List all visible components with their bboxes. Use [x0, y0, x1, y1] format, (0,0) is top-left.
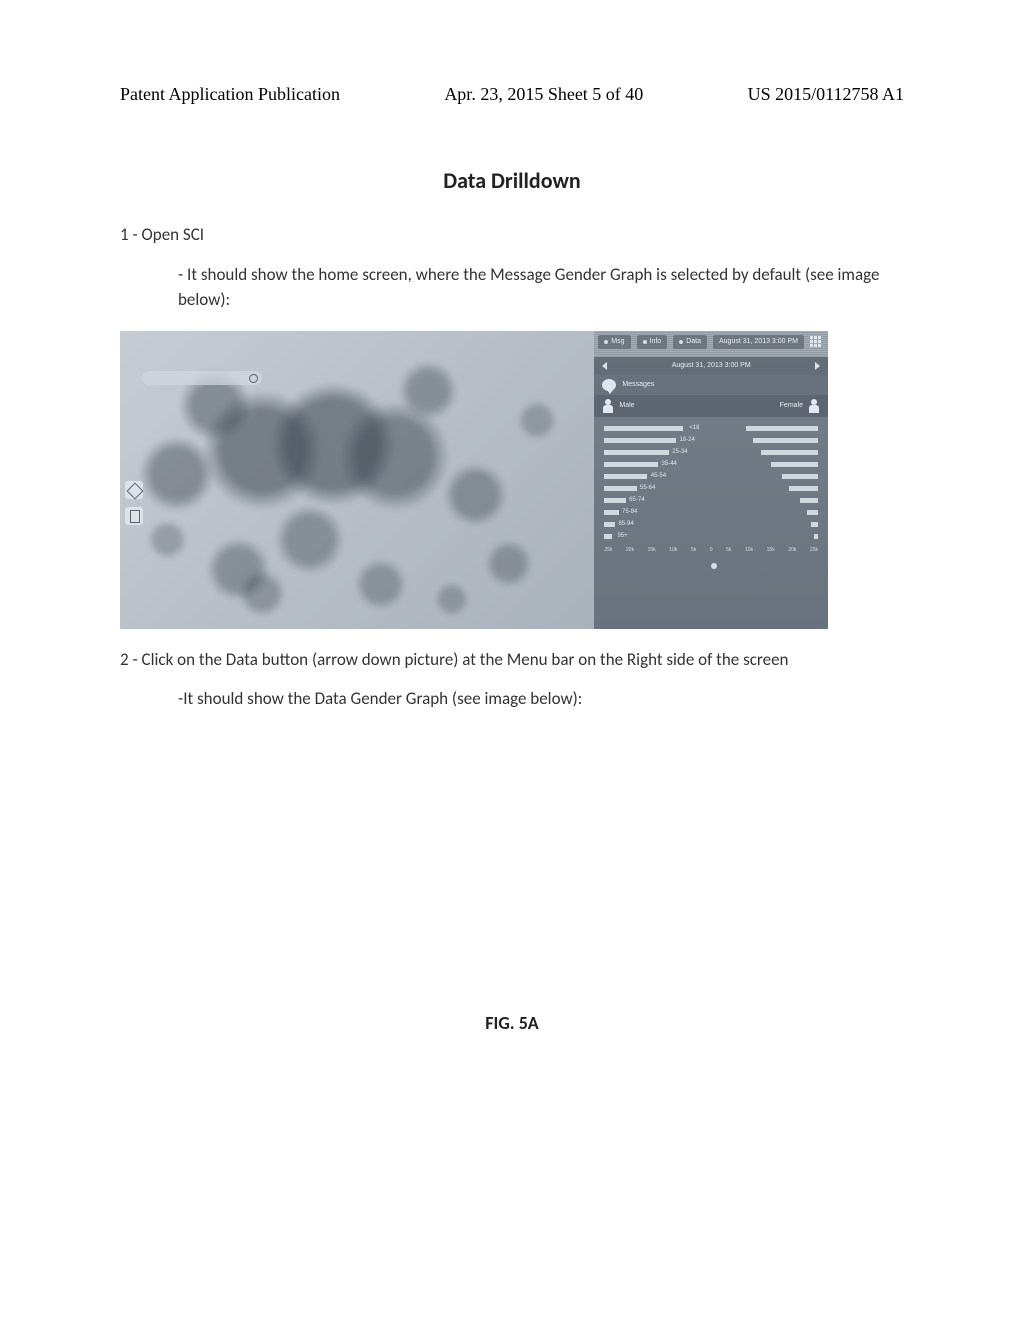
bar-age-label: <18	[683, 424, 705, 433]
axis-tick: 10k	[669, 547, 677, 555]
bar-age-label: 85-94	[615, 520, 637, 529]
right-sidebar: August 31, 2013 3:00 PM Messages Male Fe…	[594, 357, 828, 629]
topbar-data-button[interactable]: Data	[673, 335, 707, 350]
bar-female	[800, 498, 818, 503]
axis-tick: 20k	[788, 547, 796, 555]
bar-female	[789, 486, 818, 491]
axis-tick: 20k	[626, 547, 634, 555]
bar-female	[746, 426, 818, 431]
topbar-msg-button[interactable]: Msg	[598, 335, 630, 350]
page-header: Patent Application Publication Apr. 23, …	[120, 84, 904, 105]
figure-label: FIG. 5A	[120, 1012, 904, 1034]
step-2-body: -It should show the Data Gender Graph (s…	[120, 686, 904, 712]
step-1-body: - It should show the home screen, where …	[120, 262, 904, 313]
bar-age-label: 75-84	[619, 508, 641, 517]
chart-bar-row: 45-54	[604, 471, 818, 482]
axis-tick: 25k	[604, 547, 612, 555]
date-prev-icon[interactable]	[602, 362, 607, 370]
chart-bar-row: 35-44	[604, 459, 818, 470]
bar-age-label: 35-44	[658, 460, 680, 469]
bar-age-label: 25-34	[669, 448, 691, 457]
app-screenshot: SAP Msg Info Data August 31, 2013 3:00 P…	[120, 331, 828, 629]
topbar-date: August 31, 2013 3:00 PM	[713, 335, 804, 350]
topbar-data-label: Data	[686, 337, 701, 348]
apps-grid-icon[interactable]	[810, 336, 822, 348]
bar-female	[814, 534, 818, 539]
chart-bar-row: 25-34	[604, 447, 818, 458]
bar-female	[807, 510, 818, 515]
chart-bar-row: 95+	[604, 531, 818, 542]
chart-bar-row: 65-74	[604, 495, 818, 506]
bar-age-label: 18-24	[676, 436, 698, 445]
heatmap-map[interactable]	[120, 331, 594, 629]
male-icon	[602, 399, 614, 413]
header-left: Patent Application Publication	[120, 84, 340, 105]
messages-icon	[602, 379, 616, 391]
gender-pyramid-chart: <18 18-24 25-34 35-44 45-54 55-64 65-74 75-84 85…	[594, 417, 828, 547]
axis-tick: 25k	[810, 547, 818, 555]
bar-age-label: 65-74	[626, 496, 648, 505]
chart-indicator-dot	[594, 557, 828, 577]
axis-tick: 10k	[745, 547, 753, 555]
axis-tick: 5k	[726, 547, 731, 555]
bar-male	[604, 486, 636, 491]
bar-female	[771, 462, 818, 467]
chart-bar-row: 85-94	[604, 519, 818, 530]
map-tool-panel	[125, 481, 143, 525]
topbar-info-button[interactable]: Info	[637, 335, 668, 350]
axis-tick: 0	[710, 547, 713, 555]
axis-tick: 15k	[648, 547, 656, 555]
bar-female	[761, 450, 818, 455]
header-right: US 2015/0112758 A1	[748, 84, 904, 105]
sidebar-messages-label: Messages	[622, 380, 654, 391]
bar-female	[811, 522, 818, 527]
header-center: Apr. 23, 2015 Sheet 5 of 40	[444, 84, 643, 105]
bar-age-label: 95+	[612, 532, 634, 541]
bar-male	[604, 474, 647, 479]
bar-male	[604, 426, 683, 431]
chart-bar-row: 55-64	[604, 483, 818, 494]
topbar-info-label: Info	[650, 337, 662, 348]
axis-tick: 5k	[691, 547, 696, 555]
step-1-heading: 1 - Open SCI	[120, 222, 904, 248]
topbar-msg-label: Msg	[611, 337, 624, 348]
gender-male-label: Male	[619, 401, 634, 412]
map-search-input[interactable]	[142, 371, 262, 385]
chart-bar-row: <18	[604, 423, 818, 434]
chart-bar-row: 75-84	[604, 507, 818, 518]
bar-age-label: 45-54	[647, 472, 669, 481]
map-nav-icon[interactable]	[125, 481, 143, 499]
date-next-icon[interactable]	[815, 362, 820, 370]
bar-male	[604, 498, 626, 503]
chart-x-axis: 25k 20k 15k 10k 5k 0 5k 10k 15k 20k 25k	[594, 547, 828, 557]
sidebar-messages-row[interactable]: Messages	[594, 375, 828, 395]
bar-male	[604, 462, 658, 467]
bar-male	[604, 534, 611, 539]
female-icon	[808, 399, 820, 413]
bar-female	[753, 438, 818, 443]
bar-male	[604, 522, 615, 527]
bar-male	[604, 510, 618, 515]
chart-bar-row: 18-24	[604, 435, 818, 446]
bar-female	[782, 474, 818, 479]
section-title: Data Drilldown	[120, 167, 904, 194]
bar-male	[604, 438, 676, 443]
sidebar-date-row[interactable]: August 31, 2013 3:00 PM	[594, 357, 828, 376]
step-2-heading: 2 - Click on the Data button (arrow down…	[120, 647, 904, 673]
bar-age-label: 55-64	[637, 484, 659, 493]
sidebar-date-label: August 31, 2013 3:00 PM	[672, 361, 751, 372]
gender-female-label: Female	[780, 401, 803, 412]
sidebar-gender-row[interactable]: Male Female	[594, 395, 828, 417]
bar-male	[604, 450, 669, 455]
axis-tick: 15k	[767, 547, 775, 555]
map-layers-icon[interactable]	[125, 507, 143, 525]
